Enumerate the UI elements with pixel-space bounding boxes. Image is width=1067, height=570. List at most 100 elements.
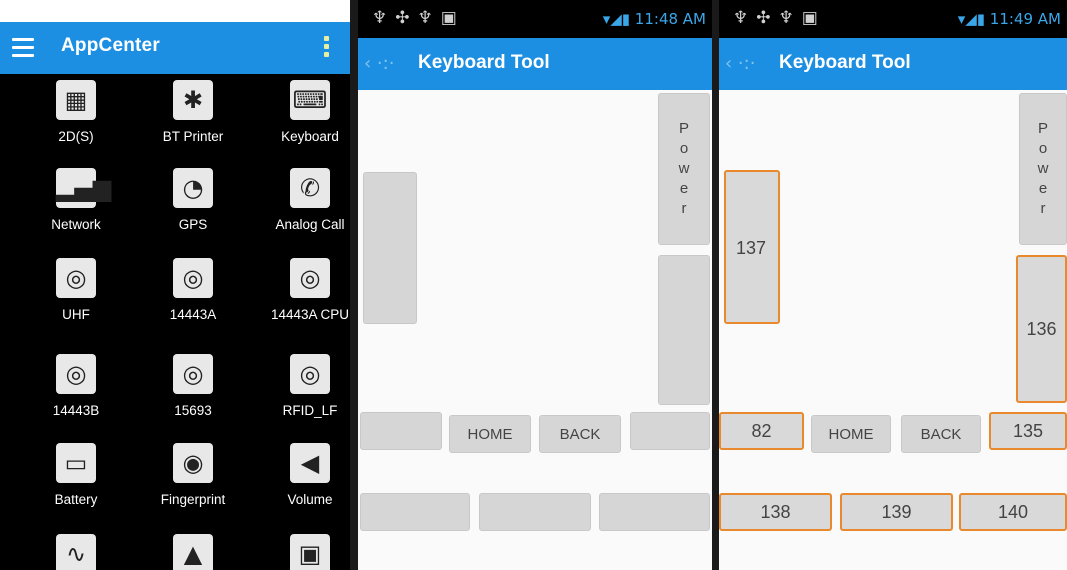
rfid-icon: ◎ [56, 258, 96, 298]
back-arrow-icon[interactable]: ‹ ·:· [364, 53, 394, 74]
key-140-label: 140 [997, 501, 1029, 522]
app-tile[interactable]: ◎ 14443A CPU [255, 258, 350, 322]
key-136[interactable]: 136 [1016, 255, 1067, 403]
rfid-icon: ◎ [56, 354, 96, 394]
key-139[interactable] [479, 493, 591, 531]
app-label: 2D(S) [58, 129, 94, 144]
power-letter: r [1040, 200, 1046, 217]
app-label: Keyboard [281, 129, 339, 144]
notification-icons: ♆✣♆▣ [372, 8, 465, 28]
key-140[interactable] [599, 493, 710, 531]
app-label: 15693 [174, 403, 212, 418]
app-label: BT Printer [162, 129, 224, 144]
keyboard-tool-screen-2: ♆✣♆▣ ▾◢▮ 11:49 AM ‹ ·:· Keyboard Tool P … [719, 0, 1067, 570]
app-tile[interactable]: ▭ Battery [21, 443, 131, 507]
app-label: 14443A [169, 307, 217, 322]
app-tile[interactable]: ◎ 15693 [138, 354, 248, 418]
power-letter: r [681, 200, 687, 217]
status-bar: ♆✣♆▣ ▾◢▮ 11:49 AM [719, 0, 1067, 38]
key-82[interactable] [360, 412, 442, 450]
phone-ringing-icon: ✆ [290, 168, 330, 208]
app-tile[interactable]: ✆ Analog Call [255, 168, 350, 232]
clock: ▾◢▮ 11:49 AM [957, 10, 1061, 28]
app-tile[interactable]: ◎ 14443B [21, 354, 131, 418]
appcenter-screen: AppCenter ▦ 2D(S) ✱ BT Printer ⌨ Keyboard ▂▄▆ N… [0, 22, 350, 570]
satellite-dish-icon: ◔ [173, 168, 213, 208]
heartbeat-icon: ∿ [56, 534, 96, 570]
app-label: 14443A CPU [270, 307, 350, 322]
app-tile[interactable]: ⌨ Keyboard [255, 80, 350, 144]
app-label: Battery [54, 492, 98, 507]
app-tile[interactable]: ◎ RFID_LF [255, 354, 350, 418]
key-137[interactable]: 137 [724, 170, 780, 324]
key-82-label: 82 [751, 420, 772, 441]
power-letter: e [1038, 180, 1048, 197]
app-tile[interactable]: ▂▄▆ Network [21, 168, 131, 232]
home-label: HOME [828, 425, 874, 443]
key-136-label: 136 [1026, 318, 1057, 339]
signal-bars-icon: ▂▄▆ [56, 168, 111, 208]
key-area: P o w e r HOME BACK [358, 90, 712, 570]
app-tile[interactable]: ◀ Volume [255, 443, 350, 507]
triangle-icon: ▲ [173, 534, 213, 570]
app-tile[interactable]: ▲ [138, 534, 248, 570]
left-side-key[interactable] [363, 172, 417, 324]
fingerprint-icon: ◉ [173, 443, 213, 483]
bluetooth-icon: ✱ [173, 80, 213, 120]
back-label: BACK [920, 425, 962, 443]
key-82[interactable]: 82 [719, 412, 804, 450]
speaker-icon: ◀ [290, 443, 330, 483]
app-title: AppCenter [61, 35, 160, 56]
more-options-icon[interactable] [324, 36, 330, 60]
power-key[interactable]: P o w e r [1019, 93, 1067, 245]
app-tile[interactable]: ✱ BT Printer [138, 80, 248, 144]
app-tile[interactable]: ◎ 14443A [138, 258, 248, 322]
back-key[interactable]: BACK [901, 415, 981, 453]
power-letter: w [678, 160, 690, 177]
title-bar: ‹ ·:· Keyboard Tool [719, 38, 1067, 90]
rfid-icon: ◎ [290, 258, 330, 298]
app-label: RFID_LF [282, 403, 338, 418]
key-139[interactable]: 139 [840, 493, 953, 531]
app-tile[interactable]: ◎ UHF [21, 258, 131, 322]
divider [350, 0, 358, 570]
app-tile[interactable]: ◔ GPS [138, 168, 248, 232]
keyboard-icon: ⌨ [290, 80, 330, 120]
battery-icon: ▭ [56, 443, 96, 483]
app-tile[interactable]: ▦ 2D(S) [21, 80, 131, 144]
app-label: GPS [178, 217, 208, 232]
power-key[interactable]: P o w e r [658, 93, 710, 245]
app-label: UHF [62, 307, 90, 322]
app-label: Volume [287, 492, 333, 507]
rfid-icon: ◎ [173, 354, 213, 394]
key-135[interactable]: 135 [989, 412, 1067, 450]
home-key[interactable]: HOME [811, 415, 891, 453]
key-138-label: 138 [760, 501, 791, 522]
key-140[interactable]: 140 [959, 493, 1067, 531]
app-label: 14443B [52, 403, 100, 418]
divider [712, 0, 719, 570]
key-138[interactable]: 138 [719, 493, 832, 531]
menu-icon[interactable] [12, 38, 34, 58]
home-key[interactable]: HOME [449, 415, 531, 453]
screen-title: Keyboard Tool [418, 52, 550, 73]
clock: ▾◢▮ 11:48 AM [602, 10, 706, 28]
home-label: HOME [467, 425, 513, 443]
back-label: BACK [559, 425, 601, 443]
screen-title: Keyboard Tool [779, 52, 911, 73]
power-letter: w [1037, 160, 1049, 177]
back-arrow-icon[interactable]: ‹ ·:· [725, 53, 755, 74]
back-key[interactable]: BACK [539, 415, 621, 453]
power-letter: e [679, 180, 689, 197]
app-tile[interactable]: ▣ [255, 534, 350, 570]
power-letter: P [678, 120, 689, 137]
key-135[interactable] [630, 412, 710, 450]
right-side-key[interactable] [658, 255, 710, 405]
qr-code-icon: ▦ [56, 80, 96, 120]
app-tile[interactable]: ◉ Fingerprint [138, 443, 248, 507]
key-138[interactable] [360, 493, 470, 531]
key-135-label: 135 [1012, 420, 1044, 441]
key-139-label: 139 [881, 501, 912, 522]
app-tile[interactable]: ∿ [21, 534, 131, 570]
status-bar: ♆✣♆▣ ▾◢▮ 11:48 AM [358, 0, 712, 38]
